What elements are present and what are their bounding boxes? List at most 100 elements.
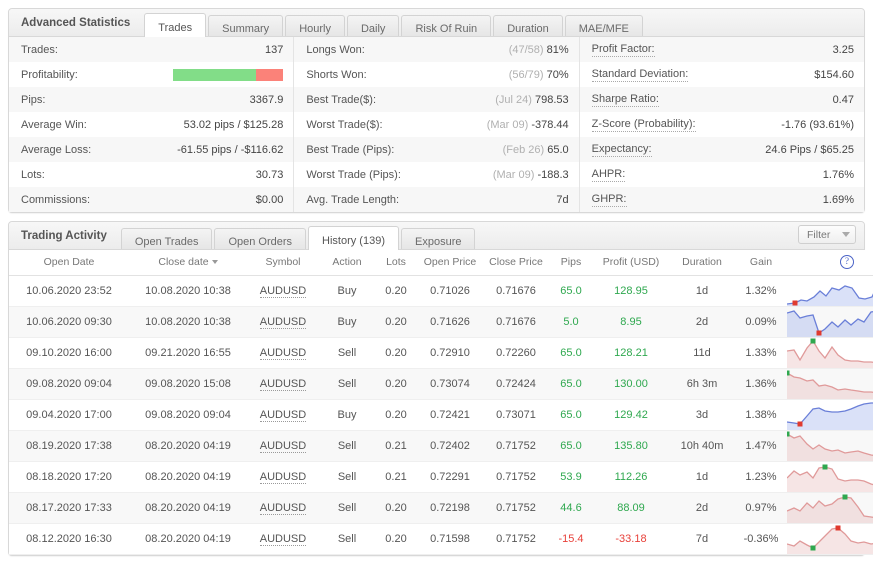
stat-row: Worst Trade (Pips): (Mar 09) -188.3 — [294, 162, 579, 187]
cell-symbol[interactable]: AUDUSD — [247, 368, 319, 400]
stat-label[interactable]: AHPR: — [591, 168, 626, 182]
column-header-profit-usd[interactable]: Profit (USD) — [593, 250, 669, 276]
column-header-open-date[interactable]: Open Date — [9, 250, 129, 276]
cell-symbol[interactable]: AUDUSD — [247, 523, 319, 555]
column-header-gain[interactable]: Gain — [735, 250, 787, 276]
cell-close-price: 0.72260 — [483, 337, 549, 369]
stat-value: 30.73 — [255, 168, 284, 181]
table-row[interactable]: 08.12.2020 16:30 08.20.2020 04:19 AUDUSD Se… — [9, 523, 873, 555]
sparkline-area — [787, 286, 873, 306]
trading-activity-panel: Trading Activity Open Trades Open Orders H… — [8, 221, 873, 556]
cell-symbol[interactable]: AUDUSD — [247, 461, 319, 493]
column-header-action[interactable]: Action — [319, 250, 375, 276]
sparkline-chart — [787, 431, 873, 461]
tab-label: Open Orders — [228, 236, 293, 248]
tab-mae-mfe[interactable]: MAE/MFE — [564, 15, 643, 36]
sparkline-start-marker — [787, 431, 790, 437]
tab-open-trades[interactable]: Open Trades — [120, 228, 213, 249]
cell-gain: 1.47% — [735, 430, 787, 462]
cell-symbol[interactable]: AUDUSD — [247, 306, 319, 338]
column-header-close-date[interactable]: Close date — [129, 250, 247, 276]
cell-open-date-value: 09.08.2020 09:04 — [26, 378, 112, 390]
column-header-duration[interactable]: Duration — [669, 250, 735, 276]
cell-symbol[interactable]: AUDUSD — [247, 492, 319, 524]
stat-row: Shorts Won: (56/79) 70% — [294, 62, 579, 87]
table-row[interactable]: 09.08.2020 09:04 09.08.2020 15:08 AUDUSD Se… — [9, 368, 873, 400]
stat-value-note: (47/58) — [508, 43, 547, 56]
table-row[interactable]: 09.10.2020 16:00 09.21.2020 16:55 AUDUSD Se… — [9, 337, 873, 369]
statistics-panel-title: Advanced Statistics — [21, 17, 131, 29]
sparkline-chart — [787, 310, 873, 337]
cell-lots-value: 0.20 — [385, 378, 407, 390]
cell-gain: 1.38% — [735, 399, 787, 431]
cell-close-price-value: 0.73071 — [496, 409, 536, 421]
cell-symbol[interactable]: AUDUSD — [247, 430, 319, 462]
tab-history-139[interactable]: History (139) — [308, 226, 399, 250]
stat-label[interactable]: Profit Factor: — [591, 43, 655, 57]
tab-duration[interactable]: Duration — [493, 15, 563, 36]
tab-exposure[interactable]: Exposure — [401, 228, 476, 249]
stat-label[interactable]: Z-Score (Probability): — [591, 118, 696, 132]
cell-close-date-value: 10.08.2020 10:38 — [145, 285, 231, 297]
cell-open-date-value: 08.19.2020 17:38 — [26, 440, 112, 452]
stat-label[interactable]: Standard Deviation: — [591, 68, 689, 82]
column-header-chart[interactable]: ? — [787, 250, 873, 276]
statistics-body: Trades: 137 Profitability: Pips: 3367.9 Avera… — [9, 37, 864, 212]
table-row[interactable]: 10.06.2020 23:52 10.08.2020 10:38 AUDUSD Bu… — [9, 275, 873, 307]
column-header-label: Symbol — [265, 256, 301, 268]
sparkline-start-marker — [792, 300, 798, 306]
cell-symbol[interactable]: AUDUSD — [247, 399, 319, 431]
table-row[interactable]: 08.19.2020 17:38 08.20.2020 04:19 AUDUSD Se… — [9, 430, 873, 462]
cell-lots: 0.20 — [375, 523, 417, 555]
statistics-column-3: Profit Factor: 3.25 Standard Deviation: $15… — [579, 37, 864, 212]
stat-row: Expectancy: 24.6 Pips / $65.25 — [579, 137, 864, 162]
cell-duration-value: 2d — [695, 502, 709, 514]
tab-daily[interactable]: Daily — [346, 15, 400, 36]
tab-risk-of-ruin[interactable]: Risk Of Ruin — [401, 15, 492, 36]
sparkline-start-marker — [787, 370, 790, 376]
stat-label[interactable]: GHPR: — [591, 193, 627, 207]
cell-symbol[interactable]: AUDUSD — [247, 275, 319, 307]
tab-open-orders[interactable]: Open Orders — [214, 228, 307, 249]
cell-symbol[interactable]: AUDUSD — [247, 337, 319, 369]
cell-action-value: Buy — [337, 409, 357, 421]
stat-label: Longs Won: — [306, 43, 365, 56]
stat-label[interactable]: Sharpe Ratio: — [591, 93, 659, 107]
cell-duration-value: 2d — [695, 316, 709, 328]
cell-duration: 7d — [669, 523, 735, 555]
cell-close-date: 08.20.2020 04:19 — [129, 492, 247, 524]
cell-action-value: Sell — [337, 471, 357, 483]
column-header-symbol[interactable]: Symbol — [247, 250, 319, 276]
cell-duration-value: 10h 40m — [680, 440, 724, 452]
column-header-pips[interactable]: Pips — [549, 250, 593, 276]
cell-open-date: 10.06.2020 23:52 — [9, 275, 129, 307]
question-circle-icon[interactable]: ? — [840, 255, 854, 269]
table-row[interactable]: 09.04.2020 17:00 09.08.2020 09:04 AUDUSD Bu… — [9, 399, 873, 431]
cell-open-date: 08.18.2020 17:20 — [9, 461, 129, 493]
cell-close-date-value: 08.20.2020 04:19 — [145, 502, 231, 514]
table-row[interactable]: 10.06.2020 09:30 10.08.2020 10:38 AUDUSD Bu… — [9, 306, 873, 338]
cell-pips-value: -15.4 — [558, 533, 584, 545]
tab-hourly[interactable]: Hourly — [285, 15, 345, 36]
cell-action: Sell — [319, 430, 375, 462]
cell-profit-value: 112.26 — [614, 471, 648, 483]
cell-lots-value: 0.20 — [385, 347, 407, 359]
cell-close-date-value: 09.08.2020 09:04 — [145, 409, 231, 421]
cell-action-value: Sell — [337, 347, 357, 359]
stat-label: Avg. Trade Length: — [306, 193, 400, 206]
column-header-open-price[interactable]: Open Price — [417, 250, 483, 276]
statistics-tabstrip: Advanced Statistics Trades Summary Hourly D… — [9, 9, 864, 37]
column-header-lots[interactable]: Lots — [375, 250, 417, 276]
table-row[interactable]: 08.18.2020 17:20 08.20.2020 04:19 AUDUSD Se… — [9, 461, 873, 493]
table-row[interactable]: 08.17.2020 17:33 08.20.2020 04:19 AUDUSD Se… — [9, 492, 873, 524]
cell-action-value: Buy — [337, 285, 357, 297]
column-header-close-price[interactable]: Close Price — [483, 250, 549, 276]
stat-label[interactable]: Expectancy: — [591, 143, 652, 157]
cell-profit: 128.95 — [593, 275, 669, 307]
filter-button[interactable]: Filter — [798, 225, 856, 244]
cell-action: Sell — [319, 523, 375, 555]
cell-open-price: 0.72198 — [417, 492, 483, 524]
tab-trades[interactable]: Trades — [144, 13, 207, 37]
tab-summary[interactable]: Summary — [208, 15, 284, 36]
cell-symbol-value: AUDUSD — [259, 471, 307, 484]
